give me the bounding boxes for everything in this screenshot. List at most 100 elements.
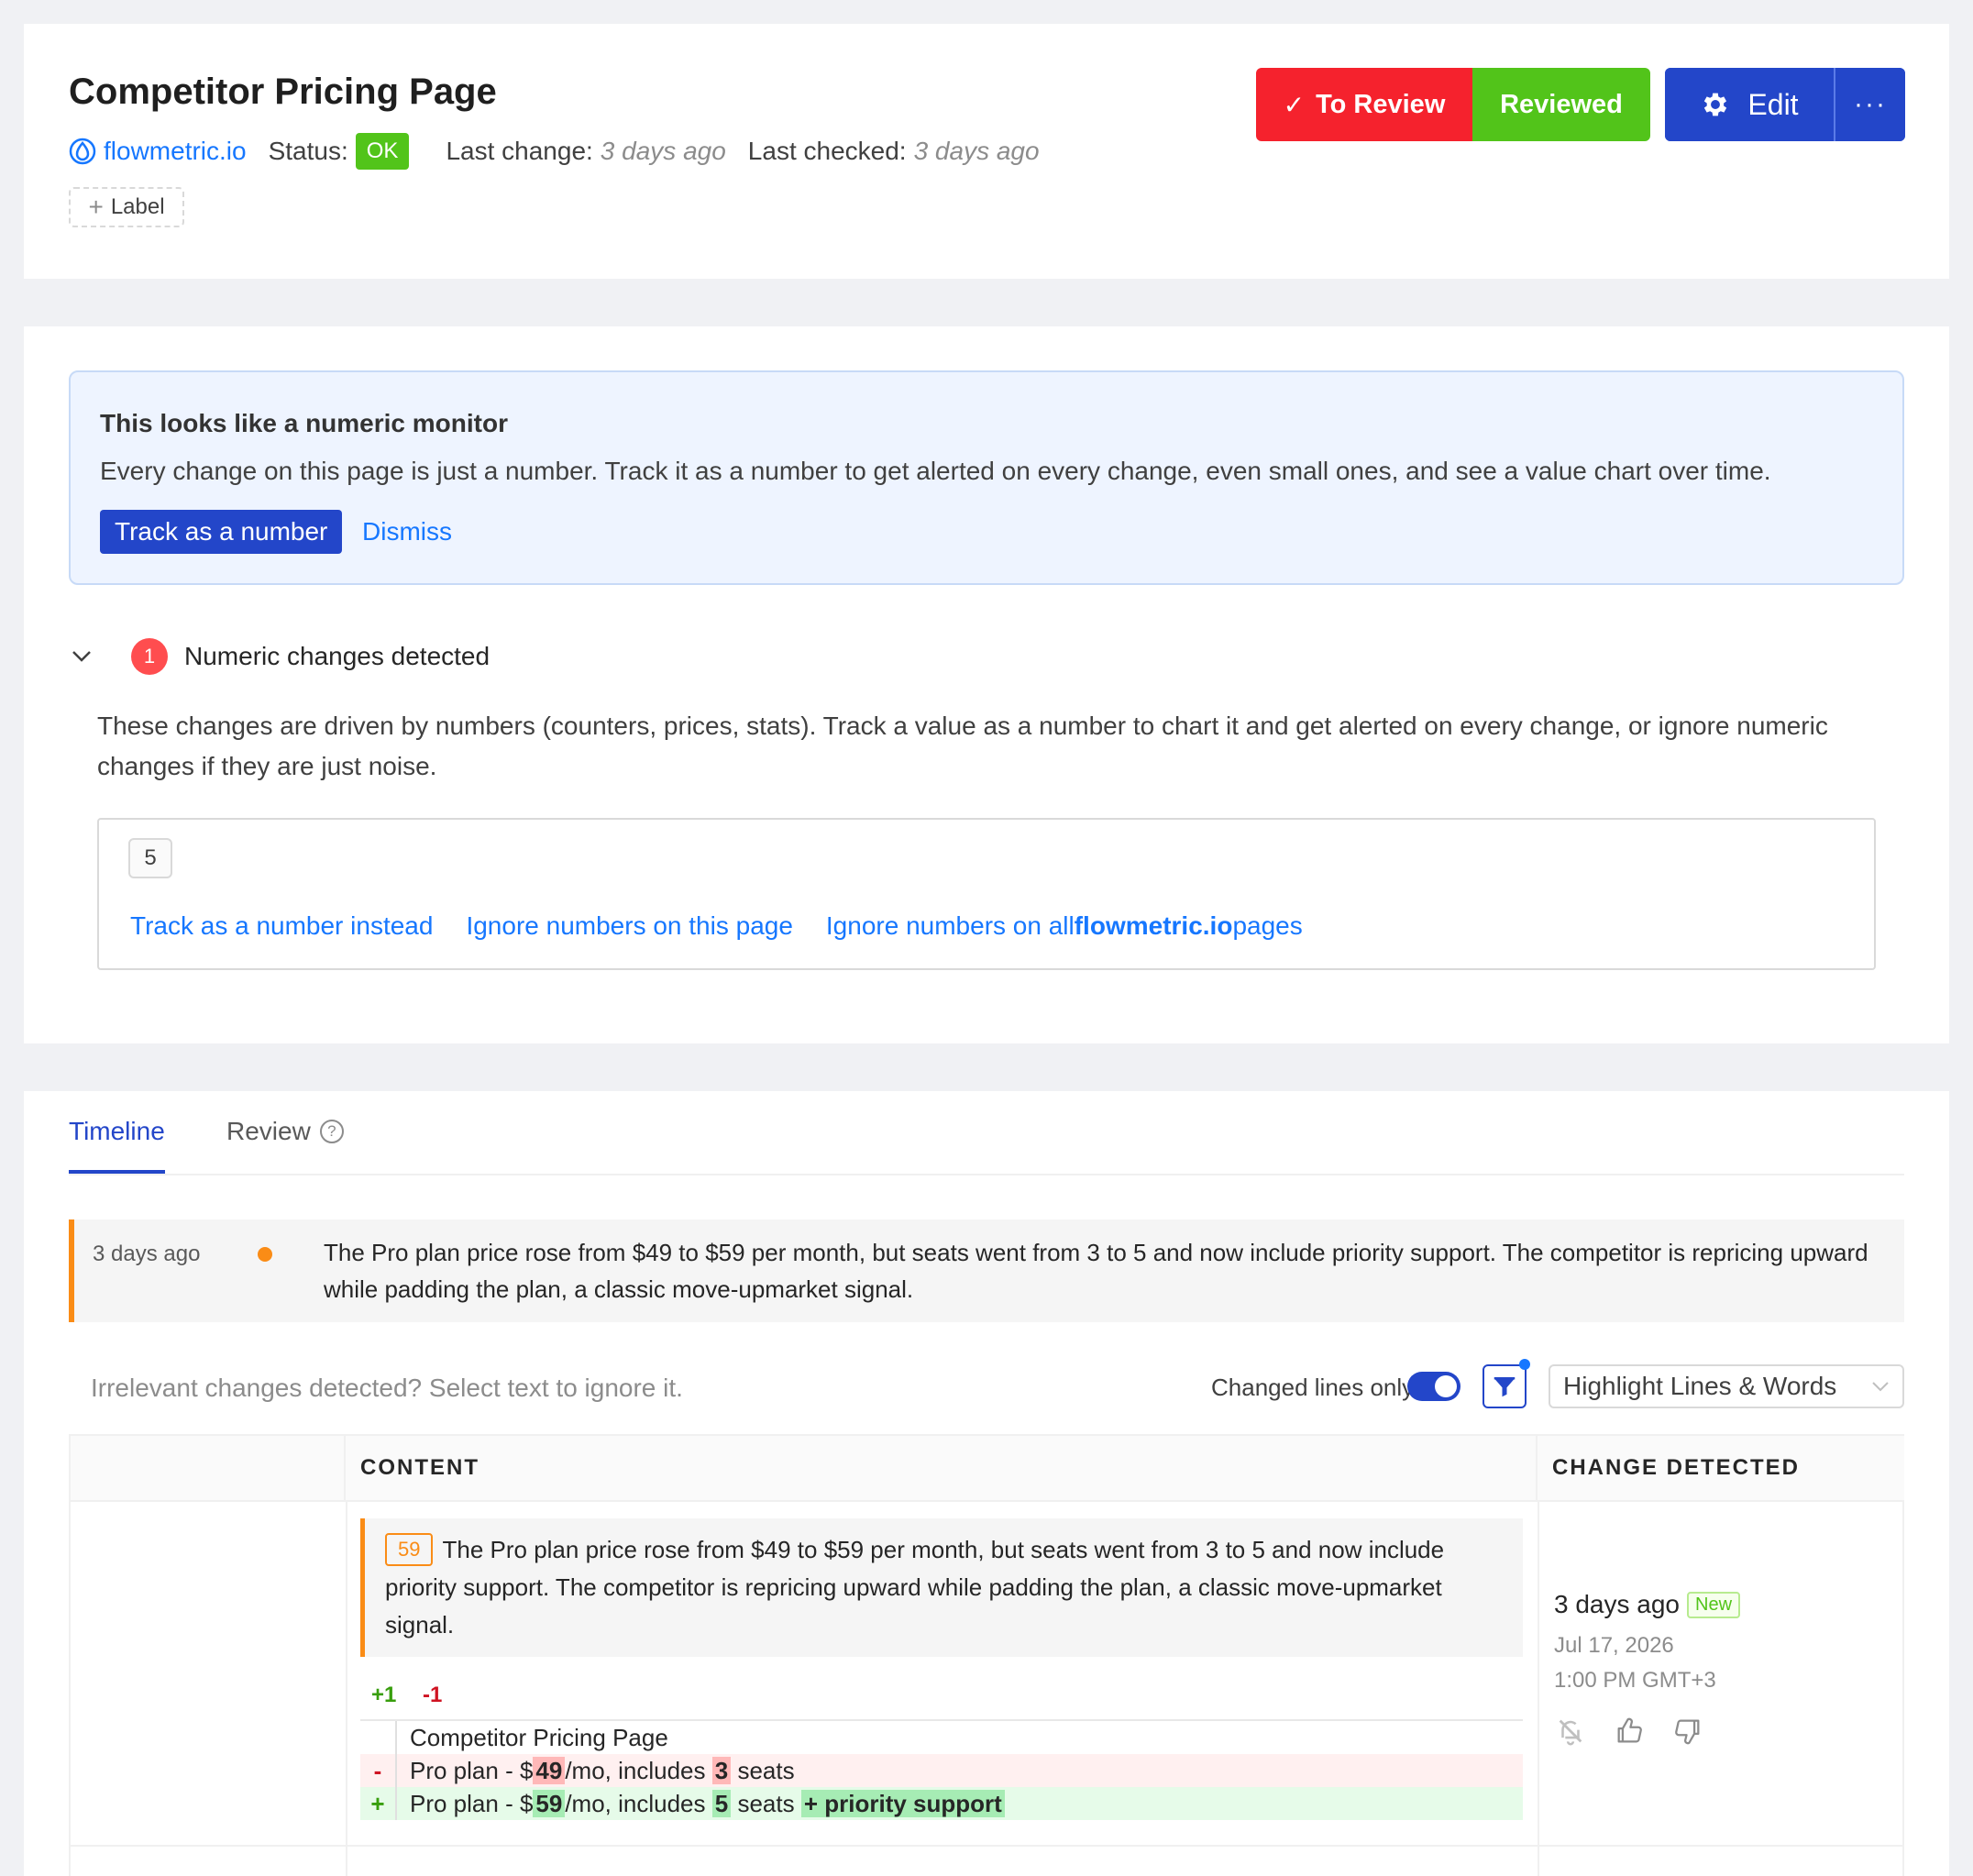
timeline-card: Timeline Review ? 3 days ago The Pro pla… — [24, 1091, 1949, 1876]
diff-removed-marker: - — [360, 1754, 397, 1787]
track-as-number-instead-link[interactable]: Track as a number instead — [130, 911, 433, 941]
ignore-numbers-page-link[interactable]: Ignore numbers on this page — [466, 911, 792, 941]
ignore-hint: Irrelevant changes detected? Select text… — [91, 1374, 683, 1402]
tab-review-label: Review — [226, 1117, 311, 1145]
filter-icon — [1494, 1377, 1516, 1397]
tab-timeline[interactable]: Timeline — [69, 1117, 165, 1174]
table-header-content: CONTENT — [346, 1436, 1538, 1502]
ignore-all-suffix: pages — [1232, 911, 1303, 940]
detected-time: 1:00 PM GMT+3 — [1554, 1668, 1716, 1693]
changed-lines-toggle[interactable] — [1407, 1372, 1460, 1401]
event-summary: The Pro plan price rose from $49 to $59 … — [324, 1239, 1868, 1303]
highlight-mode-value: Highlight Lines & Words — [1563, 1372, 1837, 1400]
diff-text-segment: seats — [737, 1756, 795, 1784]
removed-price: 49 — [533, 1756, 566, 1784]
added-priority-support: + priority support — [800, 1789, 1005, 1817]
diff-text-segment: seats — [737, 1789, 795, 1817]
event-status-dot — [258, 1247, 272, 1262]
table-header-blank — [71, 1436, 346, 1502]
thumbs-down-button[interactable] — [1671, 1715, 1704, 1748]
diff-text-segment: Pro plan - $ — [410, 1756, 534, 1784]
diff-removed-line: - Pro plan - $49/mo, includes 3 seats — [360, 1754, 1523, 1787]
thumbs-up-button[interactable] — [1613, 1715, 1646, 1748]
site-link[interactable]: flowmetric.io — [69, 137, 247, 166]
edit-button[interactable]: Edit — [1665, 68, 1834, 141]
detected-date: Jul 17, 2026 — [1554, 1633, 1674, 1658]
numeric-changes-count-badge: 1 — [131, 638, 168, 675]
change-summary[interactable]: 59 The Pro plan price rose from $49 to $5… — [360, 1518, 1523, 1657]
add-label-text: Label — [110, 194, 165, 219]
diff-context-line: Competitor Pricing Page — [360, 1721, 1523, 1754]
column-divider — [1538, 1502, 1539, 1876]
changed-lines-label: Changed lines only — [1211, 1374, 1415, 1401]
row-feedback-actions — [1554, 1715, 1740, 1748]
diff-text-segment: Pro plan - $ — [410, 1789, 534, 1817]
changes-table: CONTENT CHANGE DETECTED 59 The Pro plan p… — [69, 1434, 1904, 1876]
check-icon: ✓ — [1283, 90, 1306, 119]
last-checked-label: Last checked: — [747, 137, 907, 165]
status-badge: OK — [355, 133, 410, 170]
monitor-meta-row: flowmetric.io Status: OK Last change: 3 … — [69, 130, 1040, 172]
ignore-all-domain: flowmetric.io — [1074, 911, 1233, 940]
reviewed-label: Reviewed — [1500, 89, 1623, 119]
last-change-label: Last change: — [446, 137, 593, 165]
page-title: Competitor Pricing Page — [69, 72, 497, 112]
mute-notifications-button[interactable] — [1554, 1715, 1587, 1748]
chevron-down-icon[interactable] — [69, 650, 94, 663]
gear-icon — [1704, 93, 1727, 116]
ignore-numbers-all-link[interactable]: Ignore numbers on allflowmetric.iopages — [826, 911, 1303, 941]
dismiss-link[interactable]: Dismiss — [362, 517, 452, 546]
thumbs-down-icon — [1675, 1719, 1700, 1745]
detected-datetime: Jul 17, 2026 1:00 PM GMT+3 — [1554, 1628, 1740, 1698]
to-review-button[interactable]: ✓ To Review — [1256, 68, 1472, 141]
suggestion-text: Every change on this page is just a numb… — [100, 457, 1771, 485]
site-name: flowmetric.io — [104, 137, 247, 165]
filter-button[interactable] — [1483, 1359, 1530, 1408]
diff-text-segment: /mo, includes — [565, 1756, 706, 1784]
added-price: 59 — [533, 1789, 566, 1817]
track-as-number-button[interactable]: Track as a number — [100, 510, 343, 554]
diff-added-marker: + — [360, 1787, 397, 1820]
chevron-down-icon — [1872, 1382, 1889, 1392]
added-seats: 5 — [711, 1789, 732, 1817]
diff-view[interactable]: Competitor Pricing Page - Pro plan - $49… — [360, 1719, 1523, 1820]
removed-lines-count: -1 — [423, 1683, 443, 1707]
last-checked-value: 3 days ago — [913, 137, 1040, 165]
suggestion-title: This looks like a numeric monitor — [100, 409, 508, 437]
row-divider — [71, 1845, 1902, 1847]
more-options-button[interactable]: ··· — [1834, 68, 1905, 141]
tab-bar: Timeline Review ? — [69, 1091, 1904, 1175]
edit-button-group: Edit ··· — [1665, 68, 1905, 141]
highlight-mode-select[interactable]: Highlight Lines & Words — [1549, 1364, 1904, 1408]
timeline-event[interactable]: 3 days ago The Pro plan price rose from … — [69, 1219, 1904, 1322]
help-icon[interactable]: ? — [319, 1120, 344, 1143]
numeric-changes-description: These changes are driven by numbers (cou… — [97, 712, 1828, 780]
thumbs-up-icon — [1617, 1717, 1642, 1743]
status-label: Status: — [268, 137, 348, 165]
ignore-all-prefix: Ignore numbers on all — [825, 911, 1075, 940]
tab-review[interactable]: Review ? — [226, 1117, 344, 1146]
filter-active-dot — [1519, 1359, 1530, 1370]
table-row-content: 59 The Pro plan price rose from $49 to $5… — [360, 1518, 1523, 1820]
numeric-monitor-card: This looks like a numeric monitor Every … — [24, 326, 1949, 1043]
table-header-change-detected: CHANGE DETECTED — [1538, 1436, 1904, 1502]
diff-text-segment: /mo, includes — [565, 1789, 706, 1817]
edit-label: Edit — [1747, 87, 1799, 121]
diff-removed-text: Pro plan - $49/mo, includes 3 seats — [397, 1756, 795, 1785]
diff-context-text: Competitor Pricing Page — [410, 1723, 668, 1751]
change-summary-text: The Pro plan price rose from $49 to $59 … — [385, 1536, 1445, 1639]
numeric-monitor-suggestion: This looks like a numeric monitor Every … — [69, 370, 1904, 585]
table-row-change-detected: 3 days ago New Jul 17, 2026 1:00 PM GMT+… — [1554, 1590, 1741, 1748]
numeric-changes-box: 5 Track as a number instead Ignore numbe… — [97, 818, 1876, 970]
reviewed-button[interactable]: Reviewed — [1472, 68, 1650, 141]
tracked-value-chip: 59 — [385, 1533, 434, 1566]
added-lines-count: +1 — [371, 1683, 397, 1707]
add-label-button[interactable]: + Label — [69, 187, 184, 227]
numeric-value-chip[interactable]: 5 — [128, 838, 172, 878]
numeric-changes-title: Numeric changes detected — [184, 642, 490, 670]
to-review-label: To Review — [1316, 89, 1446, 119]
detected-relative-text: 3 days ago — [1554, 1590, 1680, 1618]
monitor-header-card: Competitor Pricing Page flowmetric.io St… — [24, 24, 1949, 279]
diff-added-line: + Pro plan - $59/mo, includes 5 seats + … — [360, 1787, 1523, 1820]
numeric-changes-header[interactable]: 1 Numeric changes detected — [69, 635, 490, 679]
